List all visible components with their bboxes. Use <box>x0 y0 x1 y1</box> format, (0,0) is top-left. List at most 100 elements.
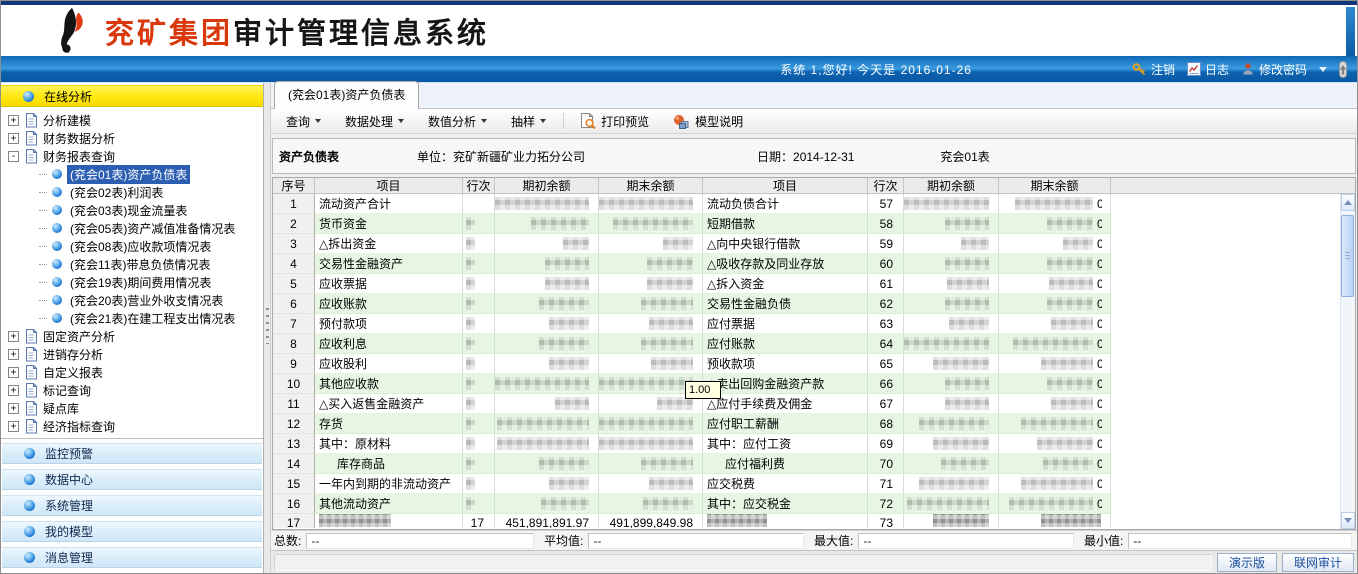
table-row[interactable]: 14库存商品应付福利费700 <box>273 454 1355 474</box>
tree-expander-icon[interactable]: + <box>8 331 19 342</box>
tree-leaf[interactable]: (兖会11表)带息负债情况表 <box>1 255 263 273</box>
tree-item[interactable]: +固定资产分析 <box>1 327 263 345</box>
line-no-cell-left <box>463 474 495 494</box>
table-row[interactable]: 8应收利息应付账款640 <box>273 334 1355 354</box>
tree-leaf-label: (兖会02表)利润表 <box>67 183 166 202</box>
table-row[interactable]: 6应收账款交易性金融负债620 <box>273 294 1355 314</box>
tree-leaf[interactable]: (兖会19表)期间费用情况表 <box>1 273 263 291</box>
tree-expander-icon[interactable]: + <box>8 403 19 414</box>
toolbar-menu-label: 数据处理 <box>345 113 393 130</box>
tree-expander-icon[interactable]: + <box>8 385 19 396</box>
toolbar-button[interactable]: 模型说明 <box>664 111 752 132</box>
item-cell-left: 一年内到期的非流动资产 <box>315 474 463 494</box>
table-row[interactable]: 11△买入返售金融资产△应付手续费及佣金670 <box>273 394 1355 414</box>
topbar-link[interactable]: 日志 <box>1187 61 1229 78</box>
tree-item[interactable]: +进销存分析 <box>1 345 263 363</box>
tree-expander-icon[interactable]: - <box>8 151 19 162</box>
table-row[interactable]: 12存货应付职工薪酬680 <box>273 414 1355 434</box>
footer-button[interactable]: 演示版 <box>1217 553 1277 572</box>
topbar-link[interactable]: 修改密码 <box>1241 61 1307 78</box>
sidebar-section[interactable]: 系统管理 <box>2 495 262 516</box>
censored-value <box>1015 197 1093 210</box>
sidebar-section[interactable]: 数据中心 <box>2 469 262 490</box>
toolbar-menu[interactable]: 抽样 <box>502 111 555 132</box>
document-icon <box>24 131 38 146</box>
tree-item[interactable]: +财务数据分析 <box>1 129 263 147</box>
table-row[interactable]: 13其中：原材料其中：应付工资690 <box>273 434 1355 454</box>
table-row[interactable]: 1流动资产合计流动负债合计570 <box>273 194 1355 214</box>
tree-expander-icon[interactable]: + <box>8 421 19 432</box>
tree-expander-icon[interactable]: + <box>8 349 19 360</box>
tree-item[interactable]: +经济指标查询 <box>1 417 263 435</box>
footer-button[interactable]: 联网审计 <box>1282 553 1354 572</box>
table-row[interactable]: 7预付款项应付票据630 <box>273 314 1355 334</box>
end-balance-cell-right: 0 <box>999 474 1111 494</box>
item-cell-right: 应交税费 <box>703 474 868 494</box>
scrollbar-track[interactable] <box>1341 211 1355 512</box>
bullet-icon <box>52 169 62 179</box>
end-balance-cell-left: 491,899,849.98 <box>599 514 703 528</box>
scrollbar-thumb[interactable] <box>1341 215 1354 297</box>
tab-balance-sheet[interactable]: (兖会01表)资产负债表 <box>274 81 419 109</box>
censored-value <box>1047 297 1093 310</box>
item-cell-right: △向中央银行借款 <box>703 234 868 254</box>
begin-balance-cell-right <box>904 294 999 314</box>
tree-leaf[interactable]: (兖会02表)利润表 <box>1 183 263 201</box>
tree-item[interactable]: +疑点库 <box>1 399 263 417</box>
tree-item[interactable]: -财务报表查询 <box>1 147 263 165</box>
end-balance-cell-left <box>599 254 703 274</box>
tree-leaf[interactable]: (兖会03表)现金流量表 <box>1 201 263 219</box>
table-row[interactable]: 4交易性金融资产△吸收存款及同业存放600 <box>273 254 1355 274</box>
sidebar-splitter[interactable] <box>264 83 271 573</box>
censored-value <box>1021 477 1093 490</box>
toolbar-menu[interactable]: 数值分析 <box>419 111 496 132</box>
censored-value <box>904 197 989 210</box>
line-no-cell-left <box>463 354 495 374</box>
scroll-top-icon[interactable] <box>1337 61 1349 78</box>
table-row[interactable]: 3△拆出资金△向中央银行借款590 <box>273 234 1355 254</box>
censored-value <box>466 297 475 310</box>
censored-value <box>1063 237 1093 250</box>
table-row[interactable]: 10其他应收款△卖出回购金融资产款660 <box>273 374 1355 394</box>
chevron-down-icon[interactable] <box>1319 67 1327 72</box>
scrollbar-up-button[interactable] <box>1341 194 1355 211</box>
table-row[interactable]: 16其他流动资产其中：应交税金720 <box>273 494 1355 514</box>
table-row[interactable]: 15一年内到期的非流动资产应交税费710 <box>273 474 1355 494</box>
tree-leaf[interactable]: (兖会08表)应收款项情况表 <box>1 237 263 255</box>
sidebar-section[interactable]: 我的模型 <box>2 521 262 542</box>
toolbar: 查询数据处理 数值分析抽样打印预览模型说明 <box>271 109 1357 134</box>
tree-item[interactable]: +分析建模 <box>1 111 263 129</box>
tree-expander-icon[interactable]: + <box>8 133 19 144</box>
tree-expander-icon[interactable]: + <box>8 367 19 378</box>
tree-leaf[interactable]: (兖会21表)在建工程支出情况表 <box>1 309 263 327</box>
table-row[interactable]: 9应收股利预收款项650 <box>273 354 1355 374</box>
line-no-cell-left <box>463 374 495 394</box>
sidebar-section[interactable]: 消息管理 <box>2 547 262 568</box>
end-balance-cell-right: 0 <box>999 274 1111 294</box>
item-cell-right: 短期借款 <box>703 214 868 234</box>
report-unit: 单位：兖矿新疆矿业力拓分公司 <box>417 148 585 165</box>
toolbar-menu[interactable]: 数据处理 <box>336 111 413 132</box>
scrollbar-down-button[interactable] <box>1341 512 1355 529</box>
table-row[interactable]: 5应收票据△拆入资金610 <box>273 274 1355 294</box>
top-info-bar: 系统 1,您好! 今天是 2016-01-26 注销日志修改密码 <box>1 56 1357 83</box>
topbar-link[interactable]: 注销 <box>1132 61 1175 78</box>
vertical-scrollbar[interactable] <box>1340 194 1355 529</box>
toolbar-menu[interactable]: 查询 <box>277 111 330 132</box>
tree-expander-icon[interactable]: + <box>8 115 19 126</box>
censored-value <box>641 297 693 310</box>
row-number-cell: 12 <box>273 414 315 434</box>
table-row[interactable]: 2货币资金短期借款580 <box>273 214 1355 234</box>
tree-leaf[interactable]: (兖会20表)营业外收支情况表 <box>1 291 263 309</box>
tree-leaf[interactable]: (兖会01表)资产负债表 <box>1 165 263 183</box>
sidebar-section[interactable]: 监控预警 <box>2 443 262 464</box>
chevron-down-icon <box>315 119 321 123</box>
tree-leaf[interactable]: (兖会05表)资产减值准备情况表 <box>1 219 263 237</box>
sidebar-item-online-analysis[interactable]: 在线分析 <box>1 85 263 107</box>
table-row-partial[interactable]: 1717451,891,891.97491,899,849.9873 <box>273 514 1355 528</box>
toolbar-button[interactable]: 打印预览 <box>570 111 658 132</box>
end-balance-cell-right: 0 <box>999 454 1111 474</box>
tree-item[interactable]: +自定义报表 <box>1 363 263 381</box>
tree-item[interactable]: +标记查询 <box>1 381 263 399</box>
bullet-icon <box>52 277 62 287</box>
